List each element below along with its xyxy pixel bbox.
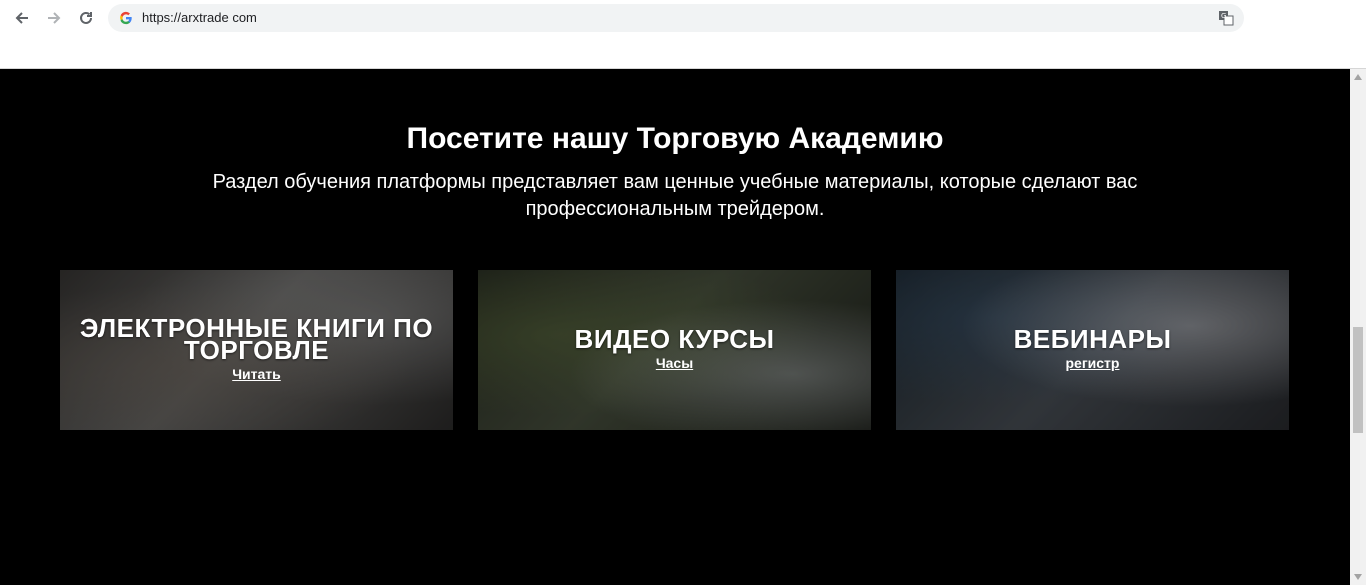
section-heading: Посетите нашу Торговую Академию — [406, 122, 944, 155]
triangle-down-icon — [1354, 574, 1362, 580]
arrow-right-icon — [48, 12, 61, 24]
translate-icon[interactable]: G — [1218, 10, 1234, 26]
page-scrollbar[interactable] — [1350, 69, 1366, 585]
scrollbar-thumb[interactable] — [1353, 327, 1363, 433]
google-g-icon — [118, 10, 134, 26]
reload-icon — [80, 11, 92, 24]
scroll-up-button[interactable] — [1350, 69, 1366, 85]
svg-text:G: G — [1221, 12, 1226, 20]
video-courses-card-title: ВИДЕО КУРСЫ — [574, 324, 775, 354]
ebooks-card-title: ЭЛЕКТРОННЫЕ КНИГИ ПО ТОРГОВЛЕ — [79, 313, 434, 365]
back-button[interactable] — [10, 6, 34, 30]
reload-button[interactable] — [74, 6, 98, 30]
video-courses-watch-link[interactable]: Часы — [656, 354, 693, 372]
url-text[interactable]: https://arxtrade com — [142, 10, 257, 26]
browser-toolbar: https://arxtrade com G — [0, 0, 1366, 69]
video-courses-card[interactable]: ВИДЕО КУРСЫ Часы — [478, 270, 871, 430]
section-subtitle: Раздел обучения платформы представляет в… — [212, 171, 1138, 220]
webinars-card[interactable]: ВЕБИНАРЫ регистр — [896, 270, 1289, 430]
arrow-left-icon — [15, 12, 28, 24]
forward-button[interactable] — [42, 6, 66, 30]
ebooks-card[interactable]: ЭЛЕКТРОННЫЕ КНИГИ ПО ТОРГОВЛЕ Читать — [60, 270, 453, 430]
ebooks-read-link[interactable]: Читать — [232, 365, 281, 383]
address-bar[interactable]: https://arxtrade com G — [108, 4, 1244, 32]
webinars-register-link[interactable]: регистр — [1066, 354, 1120, 372]
scroll-down-button[interactable] — [1350, 569, 1366, 585]
triangle-up-icon — [1354, 74, 1362, 80]
academy-section: Посетите нашу Торговую Академию Раздел о… — [0, 69, 1350, 585]
webinars-card-title: ВЕБИНАРЫ — [1013, 324, 1172, 354]
